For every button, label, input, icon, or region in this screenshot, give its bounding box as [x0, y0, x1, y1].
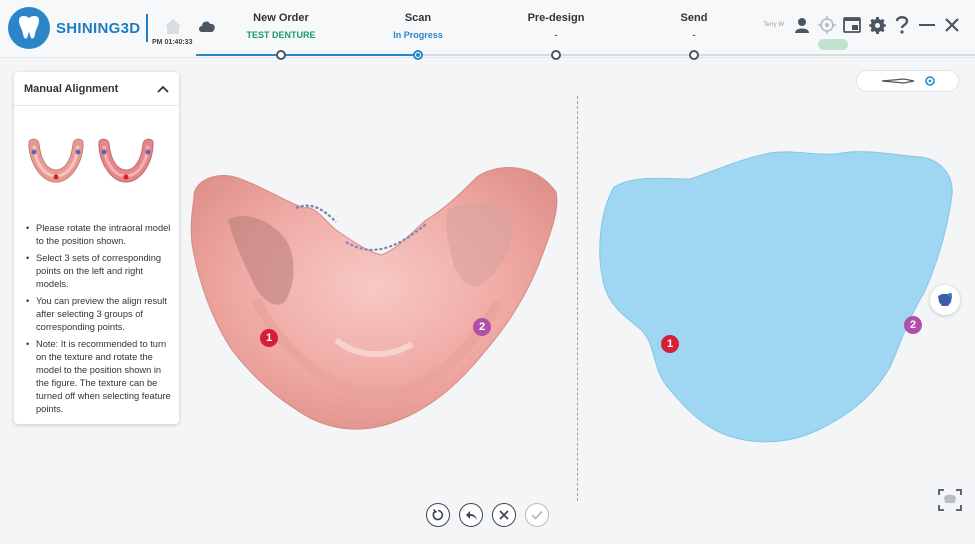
brand-name: SHINING3D: [56, 19, 141, 37]
minimize-icon[interactable]: [918, 16, 936, 34]
screen-icon[interactable]: [843, 16, 861, 34]
step-dot-new-order: [276, 50, 286, 60]
reset-view-icon[interactable]: [426, 503, 450, 527]
step-send[interactable]: Send -: [634, 12, 754, 40]
tooth-logo-icon: [8, 7, 50, 49]
top-bar: SHINING3D PM 01:40:33 New Order TEST DEN…: [0, 0, 975, 60]
instruction-list: Please rotate the intraoral model to the…: [24, 222, 176, 420]
home-icon[interactable]: [163, 17, 183, 40]
step-subtitle: -: [554, 30, 558, 40]
window-controls: Terry W: [763, 16, 961, 34]
step-title: Scan: [404, 12, 432, 24]
step-dot-scan: [413, 50, 423, 60]
target-icon[interactable]: [818, 16, 836, 34]
alignment-point-1[interactable]: 1: [661, 335, 679, 353]
step-title: New Order: [253, 12, 309, 24]
intraoral-scan-viewport[interactable]: 1 2: [186, 160, 561, 440]
alignment-point-2[interactable]: 2: [904, 316, 922, 334]
logo-divider: [146, 14, 148, 42]
cloud-icon[interactable]: [197, 19, 217, 38]
close-icon[interactable]: [943, 16, 961, 34]
step-dot-pre-design: [551, 50, 561, 60]
user-icon[interactable]: [793, 16, 811, 34]
alignment-controls: [426, 503, 549, 527]
denture-model[interactable]: [594, 145, 959, 445]
collapse-icon[interactable]: [157, 80, 169, 98]
gear-icon[interactable]: [868, 16, 886, 34]
reference-arch-left: [28, 138, 84, 183]
step-title: Send: [680, 12, 708, 24]
reference-arch-right: [98, 138, 154, 183]
model-viewport[interactable]: 1 2: [594, 145, 959, 450]
app-logo: SHINING3D: [8, 7, 140, 49]
tool-toggle-chip[interactable]: [856, 70, 959, 92]
panel-title: Manual Alignment: [24, 82, 119, 95]
user-name: Terry W: [763, 22, 784, 28]
instruction-item: Note: It is recommended to turn on the t…: [24, 338, 176, 416]
step-new-order[interactable]: New Order TEST DENTURE: [221, 12, 341, 40]
intraoral-scan-model[interactable]: [186, 160, 561, 435]
session-clock: PM 01:40:33: [152, 39, 193, 46]
step-subtitle: -: [692, 30, 696, 40]
panel-header: Manual Alignment: [14, 72, 179, 106]
step-subtitle: TEST DENTURE: [246, 30, 316, 40]
scanner-tool-icon[interactable]: [880, 77, 916, 85]
clear-icon[interactable]: [492, 503, 516, 527]
alignment-point-2[interactable]: 2: [473, 318, 491, 336]
fit-view-icon[interactable]: [936, 487, 963, 512]
step-dot-send: [689, 50, 699, 60]
instruction-item: You can preview the align result after s…: [24, 295, 176, 334]
undo-icon[interactable]: [459, 503, 483, 527]
reference-images: [26, 138, 156, 188]
progress-track-filled: [196, 54, 418, 56]
viewport-divider: [577, 96, 578, 501]
status-chip: [818, 39, 848, 50]
refresh-tool-icon[interactable]: [924, 75, 936, 87]
step-pre-design[interactable]: Pre-design -: [496, 12, 616, 40]
instruction-item: Please rotate the intraoral model to the…: [24, 222, 176, 248]
confirm-icon[interactable]: [525, 503, 549, 527]
texture-icon[interactable]: [930, 285, 960, 315]
manual-alignment-panel: Manual Alignment Please rotate the intra…: [14, 72, 179, 424]
step-subtitle: In Progress: [393, 30, 443, 40]
help-icon[interactable]: [893, 16, 911, 34]
step-scan[interactable]: Scan In Progress: [358, 12, 478, 40]
step-title: Pre-design: [527, 12, 585, 24]
alignment-point-1[interactable]: 1: [260, 329, 278, 347]
instruction-item: Select 3 sets of corresponding points on…: [24, 252, 176, 291]
